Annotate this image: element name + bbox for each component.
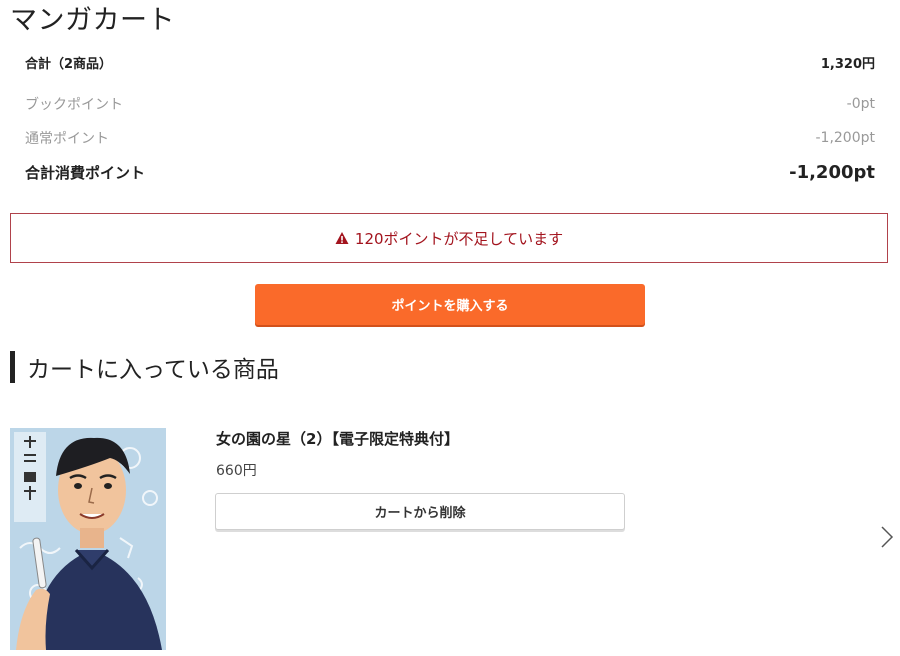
insufficient-points-alert: 120ポイントが不足しています xyxy=(10,213,888,263)
heading-accent-bar xyxy=(10,351,15,383)
remove-from-cart-label: カートから削除 xyxy=(374,506,466,521)
cart-section-heading: カートに入っている商品 xyxy=(10,350,279,384)
summary-total-row: 合計（2商品） 1,320円 xyxy=(25,52,875,72)
chevron-right-icon[interactable] xyxy=(878,524,896,550)
summary-consumed-row: 合計消費ポイント -1,200pt xyxy=(25,160,875,184)
buy-points-label: ポイントを購入する xyxy=(391,299,509,314)
warning-icon xyxy=(335,231,349,245)
normal-point-value: -1,200pt xyxy=(815,130,875,146)
item-title[interactable]: 女の園の星（2）【電子限定特典付】 xyxy=(216,428,459,449)
normal-point-label: 通常ポイント xyxy=(25,131,109,147)
item-price: 660円 xyxy=(216,463,257,479)
page-title: マンガカート xyxy=(10,5,175,36)
summary-total-value: 1,320円 xyxy=(820,56,875,72)
book-point-label: ブックポイント xyxy=(25,97,123,113)
cart-section-title: カートに入っている商品 xyxy=(27,357,279,383)
alert-message: 120ポイントが不足しています xyxy=(354,229,564,248)
consumed-point-label: 合計消費ポイント xyxy=(25,163,146,182)
summary-book-point-row: ブックポイント -0pt xyxy=(25,94,875,114)
book-point-value: -0pt xyxy=(846,96,875,112)
remove-from-cart-button[interactable]: カートから削除 xyxy=(215,493,625,530)
book-cover-image[interactable] xyxy=(10,428,166,650)
buy-points-button[interactable]: ポイントを購入する xyxy=(255,284,645,325)
summary-normal-point-row: 通常ポイント -1,200pt xyxy=(25,128,875,148)
consumed-point-value: -1,200pt xyxy=(789,161,875,183)
summary-total-label: 合計（2商品） xyxy=(25,56,113,72)
